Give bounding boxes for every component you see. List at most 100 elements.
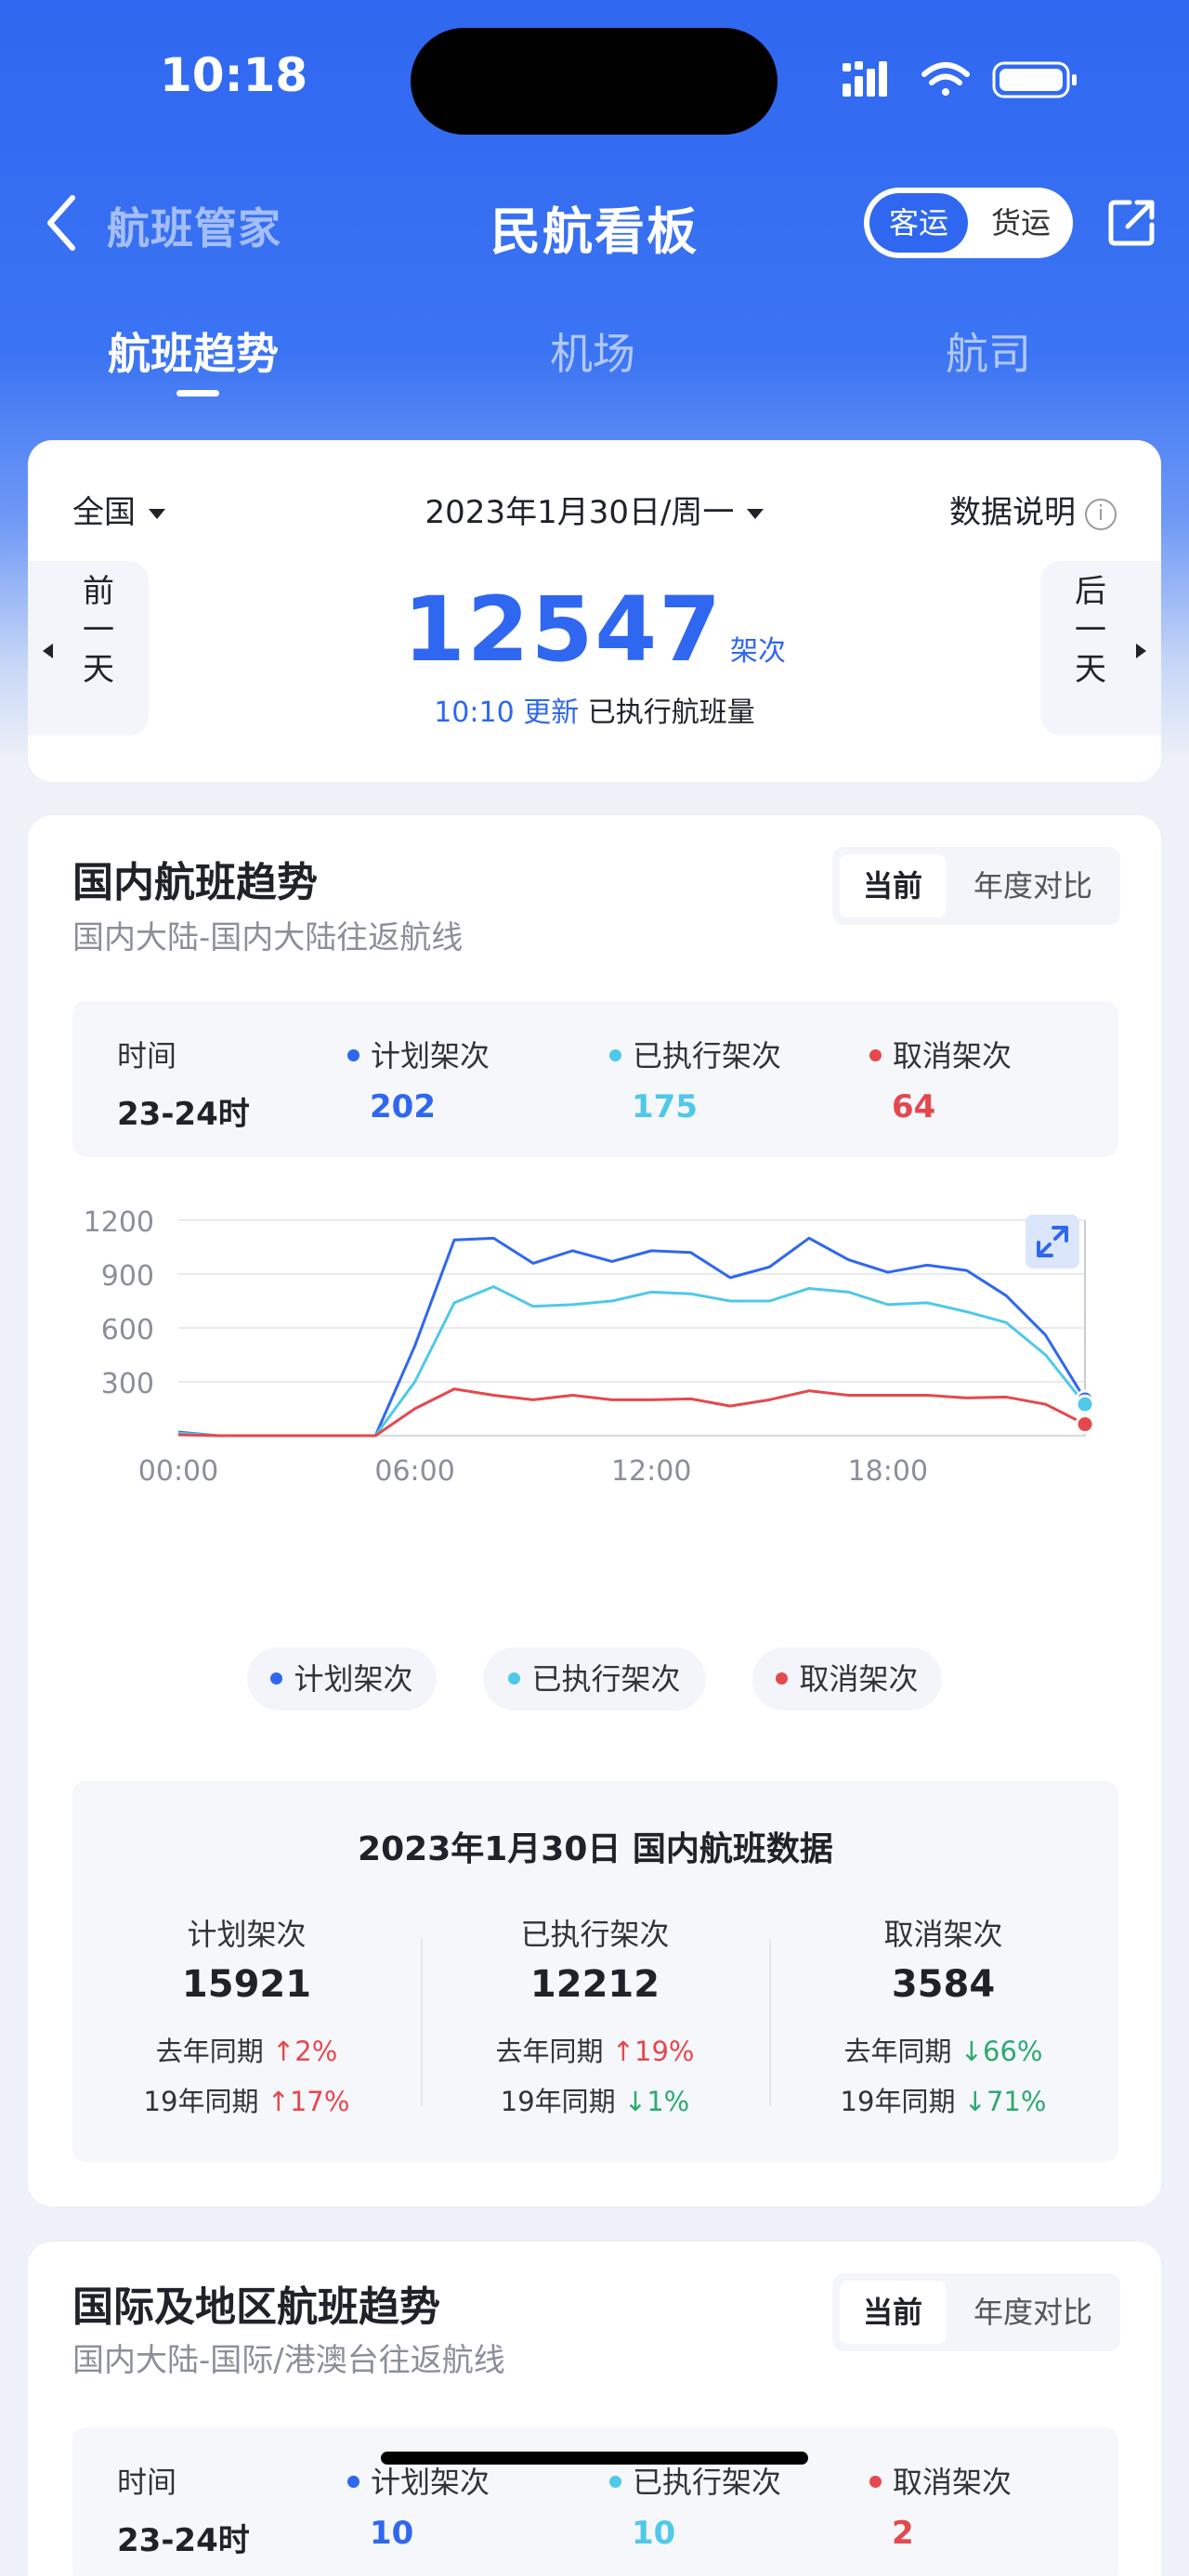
summary-label: 取消架次 [883,1917,1003,1952]
series-point [1075,1394,1095,1414]
caret-down-icon [747,509,764,519]
tooltip-planned: 计划架次 10 [347,2459,490,2552]
tooltip-time-value: 23-24时 [117,1096,250,1133]
yoy-change: ↓66% [960,2036,1043,2067]
legend-planned[interactable]: 计划架次 [247,1647,437,1711]
vs19-change: ↓71% [963,2086,1047,2117]
tooltip-cancelled-value: 2 [892,2515,914,2552]
vs19-change: ↑17% [267,2086,350,2117]
current-yearly-toggle: 当前 年度对比 [832,847,1120,925]
section-subtitle: 国内大陆-国内大陆往返航线 [72,919,464,956]
international-trend-card: 国际及地区航班趋势 国内大陆-国际/港澳台往返航线 当前 年度对比 时间 23-… [28,2242,1161,2576]
data-note-link[interactable]: 数据说明 i [949,487,1117,532]
x-tick-label: 00:00 [138,1455,218,1488]
tooltip-cancelled-value: 64 [892,1088,936,1125]
tab-flight-trend[interactable]: 航班趋势 [108,320,279,382]
legend-cancelled[interactable]: 取消架次 [752,1647,942,1711]
summary-cancelled: 取消架次 3584 去年同期 ↓66% 19年同期 ↓71% [769,1911,1117,2127]
vs19-label: 19年同期 [500,2086,616,2117]
executed-dot [508,1672,521,1685]
summary-label: 计划架次 [187,1917,307,1952]
summary-value: 12212 [529,1963,660,2006]
yoy-label: 去年同期 [495,2036,604,2067]
series-line [177,1236,1087,1438]
cancelled-dot [869,1048,882,1061]
section-title: 国际及地区航班趋势 [72,2283,440,2331]
share-icon[interactable] [1105,197,1157,249]
home-indicator [381,2452,808,2465]
summary-planned: 计划架次 15921 去年同期 ↑2% 19年同期 ↑17% [72,1911,421,2127]
legend-executed[interactable]: 已执行架次 [483,1647,706,1711]
tooltip-executed-value: 10 [632,2515,676,2552]
y-tick-label: 600 [101,1314,154,1347]
executed-flight-count: 12547 架次 [28,578,1161,682]
tooltip-executed: 已执行架次 175 [609,1033,781,1125]
planned-dot [347,2475,359,2488]
tooltip-executed-value: 175 [632,1088,698,1125]
x-tick-label: 12:00 [611,1455,691,1488]
overview-card: 全国 2023年1月30日/周一 数据说明 i 前 一 天 后 一 天 12547… [28,440,1161,782]
vs19-label: 19年同期 [840,2086,956,2117]
tooltip-time: 时间 23-24时 [117,2459,250,2560]
legend-label: 已执行架次 [531,1661,681,1697]
count-unit: 架次 [729,635,786,668]
summary-executed: 已执行架次 12212 去年同期 ↑19% 19年同期 ↓1% [421,1911,769,2127]
count-value: 12547 [403,578,723,682]
tooltip-time-label: 时间 [117,2465,177,2500]
tooltip-executed: 已执行架次 10 [609,2459,781,2552]
toggle-yearly-compare[interactable]: 年度对比 [953,2281,1113,2344]
update-info: 10:10 更新 已执行航班量 [28,689,1161,730]
tooltip-cancelled-label: 取消架次 [893,2465,1013,2500]
expand-icon[interactable] [1026,1215,1079,1268]
update-time: 10:10 更新 [434,696,580,729]
vs19-change: ↓1% [623,2086,690,2117]
chart-tooltip-panel: 时间 23-24时 计划架次 202 已执行架次 175 取消架次 64 [72,1001,1118,1157]
executed-dot [609,1048,621,1061]
tooltip-cancelled: 取消架次 2 [869,2459,1012,2552]
section-title: 国内航班趋势 [72,859,318,906]
tooltip-planned: 计划架次 202 [347,1033,490,1125]
toggle-yearly-compare[interactable]: 年度对比 [953,854,1113,917]
toggle-cargo[interactable]: 货运 [972,193,1070,253]
passenger-cargo-toggle: 客运 货运 [864,188,1073,258]
tab-airline[interactable]: 航司 [946,320,1031,382]
status-icons [843,61,1077,98]
series-point [1075,1414,1095,1435]
x-tick-label: 06:00 [374,1455,454,1488]
tooltip-planned-value: 10 [370,2515,414,2552]
toggle-passenger[interactable]: 客运 [869,193,968,253]
series-line [177,1285,1087,1438]
tooltip-planned-label: 计划架次 [371,2465,490,2500]
summary-value: 3584 [891,1963,996,2006]
y-tick-label: 300 [101,1368,154,1400]
cancelled-dot [869,2475,882,2488]
y-tick-label: 900 [101,1260,154,1293]
tooltip-planned-label: 计划架次 [371,1038,490,1073]
current-yearly-toggle: 当前 年度对比 [832,2273,1120,2351]
toggle-current[interactable]: 当前 [840,2281,946,2344]
vs19-label: 19年同期 [143,2086,259,2117]
summary-label: 已执行架次 [520,1917,670,1952]
legend-label: 计划架次 [294,1661,413,1697]
count-desc: 已执行航班量 [587,696,755,729]
tooltip-time: 时间 23-24时 [117,1033,250,1134]
toggle-current[interactable]: 当前 [840,854,946,917]
tooltip-time-value: 23-24时 [117,2522,250,2559]
tooltip-time-label: 时间 [117,1038,177,1073]
series-line [177,1387,1086,1438]
tab-active-indicator [176,390,219,397]
tab-airport[interactable]: 机场 [550,320,635,382]
summary-value: 15921 [181,1963,312,2006]
yoy-label: 去年同期 [155,2036,264,2067]
planned-dot [347,1048,359,1061]
domestic-trend-chart[interactable]: 1200 900 600 300 00:00 06:00 12:00 18:00 [28,1187,1161,1503]
executed-dot [609,2475,621,2488]
legend-label: 取消架次 [799,1661,919,1697]
y-tick-label: 1200 [84,1206,154,1239]
summary-title: 2023年1月30日 国内航班数据 [358,1830,833,1868]
info-icon: i [1085,498,1117,530]
section-subtitle: 国内大陆-国际/港澳台往返航线 [72,2342,505,2379]
chart-tooltip-panel: 时间 23-24时 计划架次 10 已执行架次 10 取消架次 2 [72,2427,1118,2576]
battery-icon [992,61,1077,98]
daily-summary-panel: 2023年1月30日 国内航班数据 计划架次 15921 去年同期 ↑2% 19年… [72,1781,1118,2162]
